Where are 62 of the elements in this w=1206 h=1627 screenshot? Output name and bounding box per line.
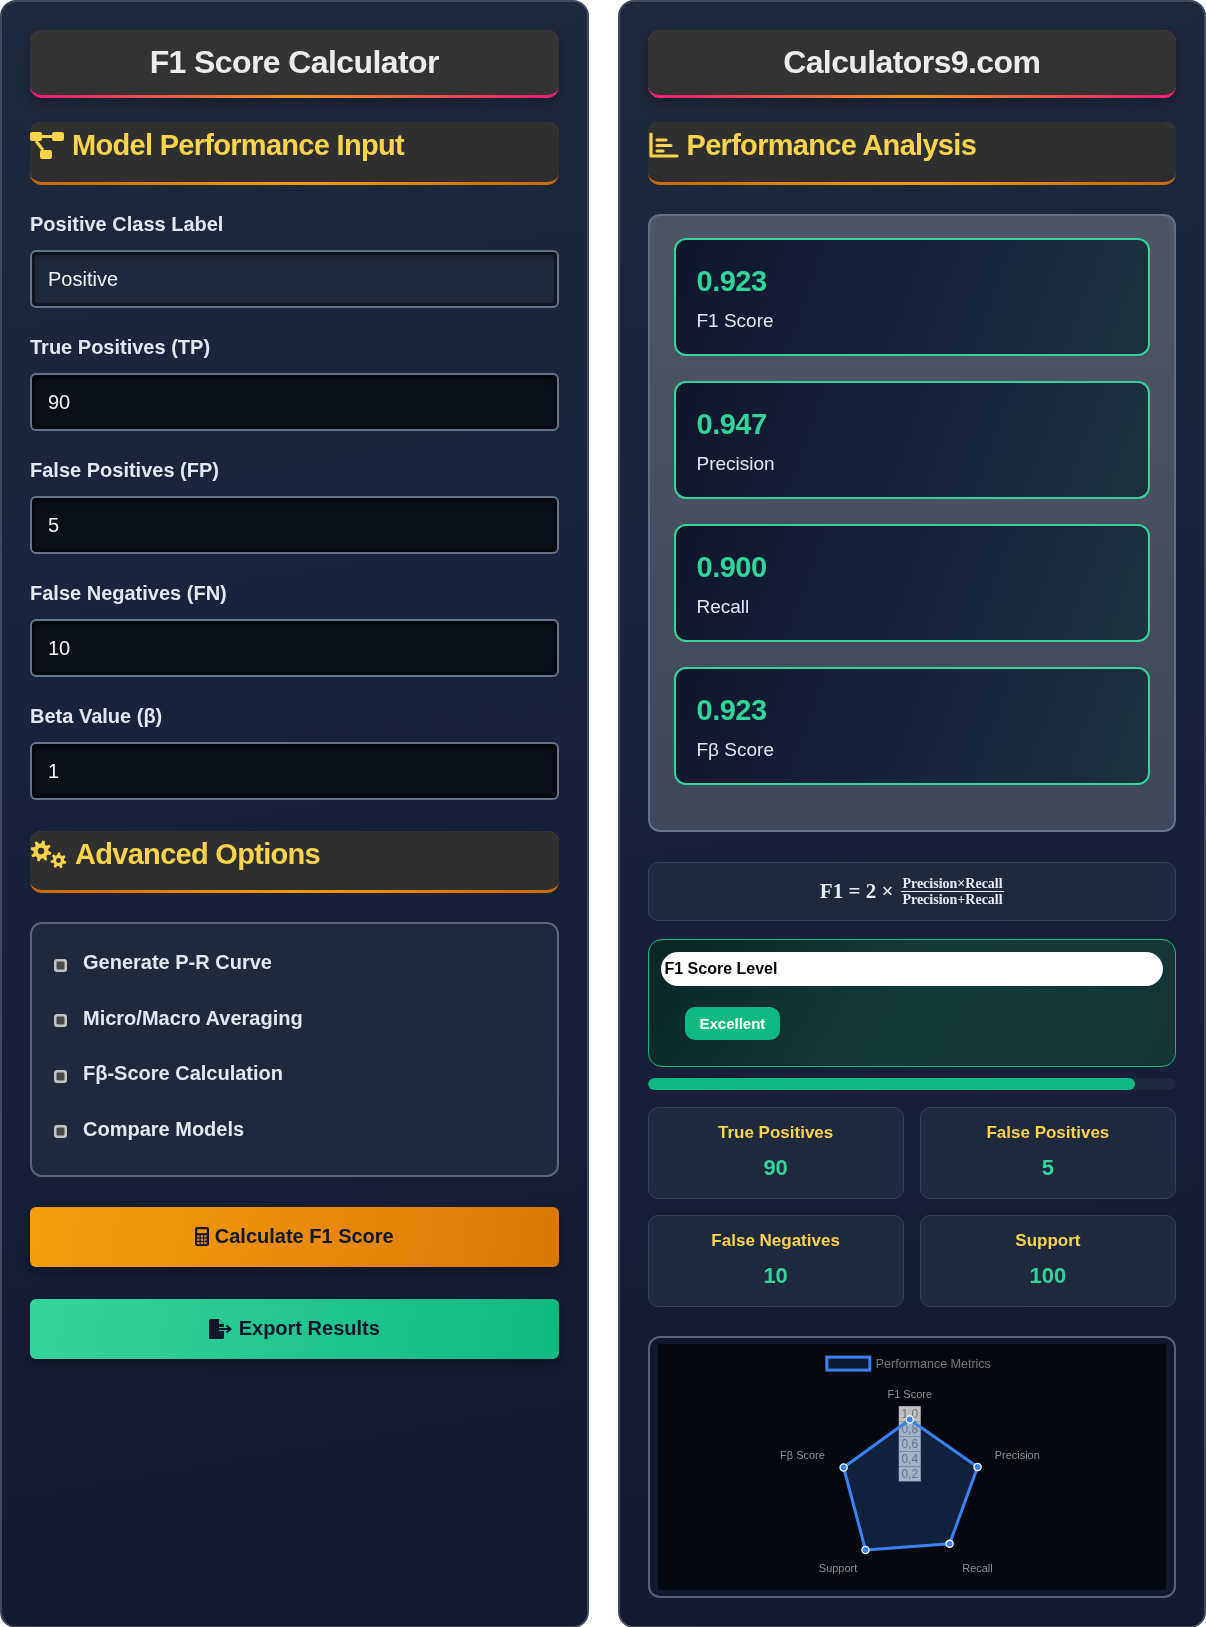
file-export-icon: [208, 1318, 233, 1339]
gears-icon: [30, 840, 67, 869]
tick-label: 0,6: [898, 1436, 921, 1452]
axis-label: Fβ Score: [779, 1449, 825, 1462]
result-label: Recall: [696, 595, 751, 619]
diagram-icon: [30, 131, 64, 159]
stat-label: Support: [1014, 1230, 1082, 1252]
axis-label: Precision: [994, 1449, 1040, 1462]
result-value: 0.947: [696, 407, 768, 441]
checkbox[interactable]: [54, 1069, 67, 1083]
axis-label: Recall: [961, 1562, 993, 1575]
stat-value: 90: [762, 1154, 789, 1182]
stat-label: False Positives: [985, 1122, 1111, 1144]
result-label: F1 Score: [696, 309, 775, 333]
site-title: Calculators9.com: [783, 43, 1041, 82]
option-label: Fβ-Score Calculation: [83, 1061, 284, 1086]
data-point: [838, 1463, 848, 1472]
stat-label: False Negatives: [710, 1230, 841, 1252]
axis-label: F1 Score: [887, 1387, 932, 1400]
section-title: Performance Analysis: [686, 127, 977, 163]
section-title: Advanced Options: [75, 837, 320, 872]
result-label: Precision: [696, 452, 776, 476]
result-label: Fβ Score: [696, 738, 775, 762]
stat-label: True Positives: [717, 1122, 835, 1144]
calculator-icon: [194, 1227, 209, 1246]
stat-value: 5: [1040, 1154, 1055, 1182]
field-label: False Negatives (FN): [30, 581, 228, 605]
section-title: Model Performance Input: [72, 127, 404, 163]
field-label: False Positives (FP): [30, 458, 220, 482]
option-label: Generate P-R Curve: [83, 950, 272, 975]
result-value: 0.923: [696, 693, 768, 727]
action-button[interactable]: Calculate F1 Score: [30, 1206, 559, 1267]
bar-chart-icon: [648, 132, 679, 158]
field-label: Beta Value (β): [30, 704, 164, 728]
input-field[interactable]: Positive: [30, 250, 559, 308]
field-label: True Positives (TP): [30, 335, 212, 359]
stat-value: 10: [762, 1262, 789, 1290]
input-field[interactable]: 1: [30, 742, 559, 800]
field-label: Positive Class Label: [30, 212, 225, 236]
input-field[interactable]: 10: [30, 619, 559, 677]
data-point: [972, 1462, 982, 1472]
axis-label: Support: [818, 1562, 857, 1575]
option-label: Micro/Macro Averaging: [83, 1005, 303, 1031]
input-field[interactable]: 90: [30, 373, 559, 431]
legend-label[interactable]: Performance Metrics: [875, 1356, 991, 1371]
data-point: [860, 1545, 870, 1555]
stat-value: 100: [1028, 1262, 1068, 1290]
option-label: Compare Models: [83, 1116, 245, 1142]
legend-swatch-icon[interactable]: [824, 1355, 871, 1372]
app-title: F1 Score Calculator: [149, 43, 439, 82]
result-value: 0.923: [696, 264, 768, 298]
tick-label: 0,4: [898, 1451, 921, 1467]
rating-badge: Excellent: [684, 1007, 781, 1040]
level-title: F1 Score Level: [660, 952, 1163, 986]
tick-label: 0,2: [898, 1466, 921, 1482]
checkbox[interactable]: [54, 1014, 67, 1027]
checkbox[interactable]: [54, 958, 67, 972]
input-field[interactable]: 5: [30, 496, 559, 554]
result-value: 0.900: [696, 550, 768, 584]
action-button[interactable]: Export Results: [30, 1298, 559, 1359]
checkbox[interactable]: [54, 1125, 67, 1138]
data-point: [944, 1539, 954, 1549]
